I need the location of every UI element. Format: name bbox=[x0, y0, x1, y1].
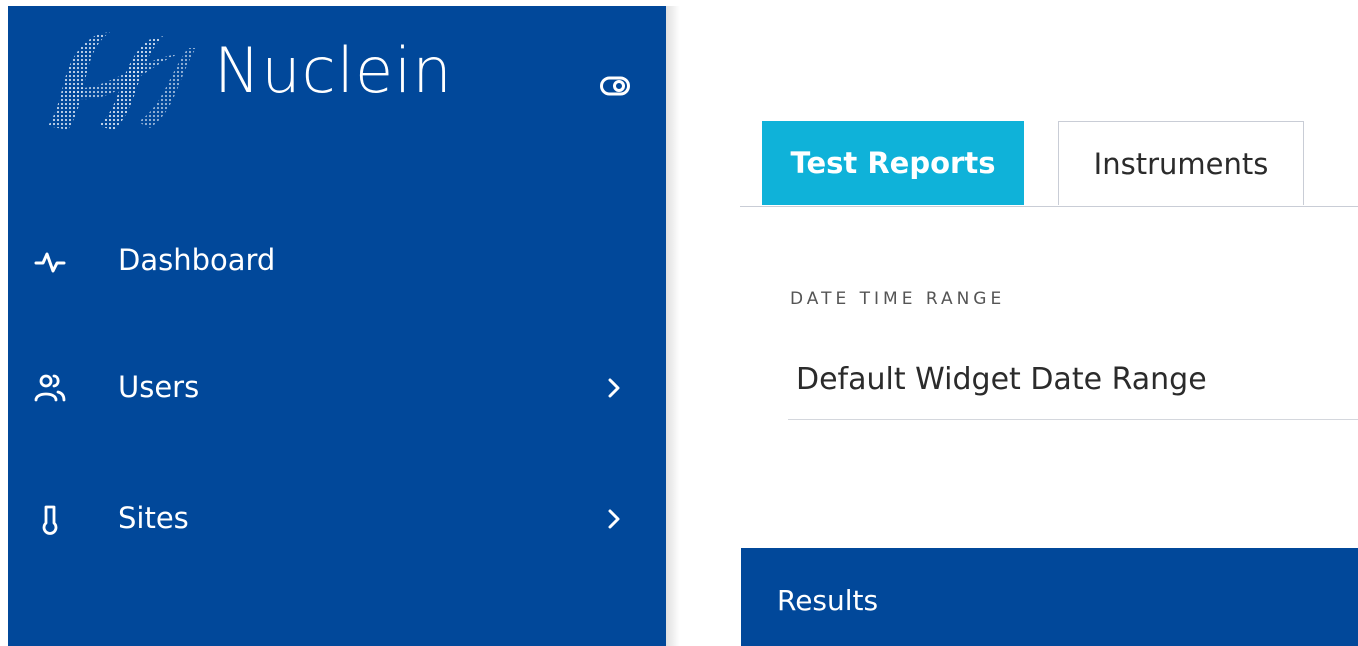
tab-test-reports[interactable]: Test Reports bbox=[762, 121, 1024, 205]
chevron-right-icon bbox=[608, 509, 620, 529]
date-range-select[interactable]: Default Widget Date Range bbox=[788, 346, 1358, 420]
date-range-label: DATE TIME RANGE bbox=[790, 289, 1006, 309]
brand: Nuclein bbox=[22, 22, 630, 132]
tab-instruments[interactable]: Instruments bbox=[1058, 121, 1304, 205]
thermometer-icon bbox=[42, 505, 58, 535]
sidebar-item-label: Sites bbox=[118, 501, 189, 535]
toggle-eye-icon bbox=[600, 76, 630, 96]
app-window: Nuclein Dashboard Users Sites Test Repor… bbox=[0, 0, 1358, 646]
users-icon bbox=[34, 374, 66, 402]
tab-bar: Test Reports Instruments bbox=[740, 121, 1358, 207]
sidebar-item-label: Dashboard bbox=[118, 243, 276, 277]
dna-helix-logo-icon bbox=[48, 32, 196, 130]
sidebar-item-dashboard[interactable]: Dashboard bbox=[8, 225, 666, 295]
brand-name: Nuclein bbox=[214, 34, 453, 107]
sidebar-item-label: Users bbox=[118, 370, 200, 404]
sidebar-shadow bbox=[666, 6, 680, 646]
sidebar-toggle-button[interactable] bbox=[598, 74, 632, 98]
sidebar: Nuclein Dashboard Users Sites bbox=[8, 6, 666, 646]
sidebar-item-sites[interactable]: Sites bbox=[8, 483, 666, 553]
sidebar-item-users[interactable]: Users bbox=[8, 352, 666, 422]
activity-pulse-icon bbox=[34, 252, 66, 273]
chevron-right-icon bbox=[608, 378, 620, 398]
results-title: Results bbox=[777, 584, 879, 617]
results-panel-header: Results bbox=[741, 548, 1358, 646]
